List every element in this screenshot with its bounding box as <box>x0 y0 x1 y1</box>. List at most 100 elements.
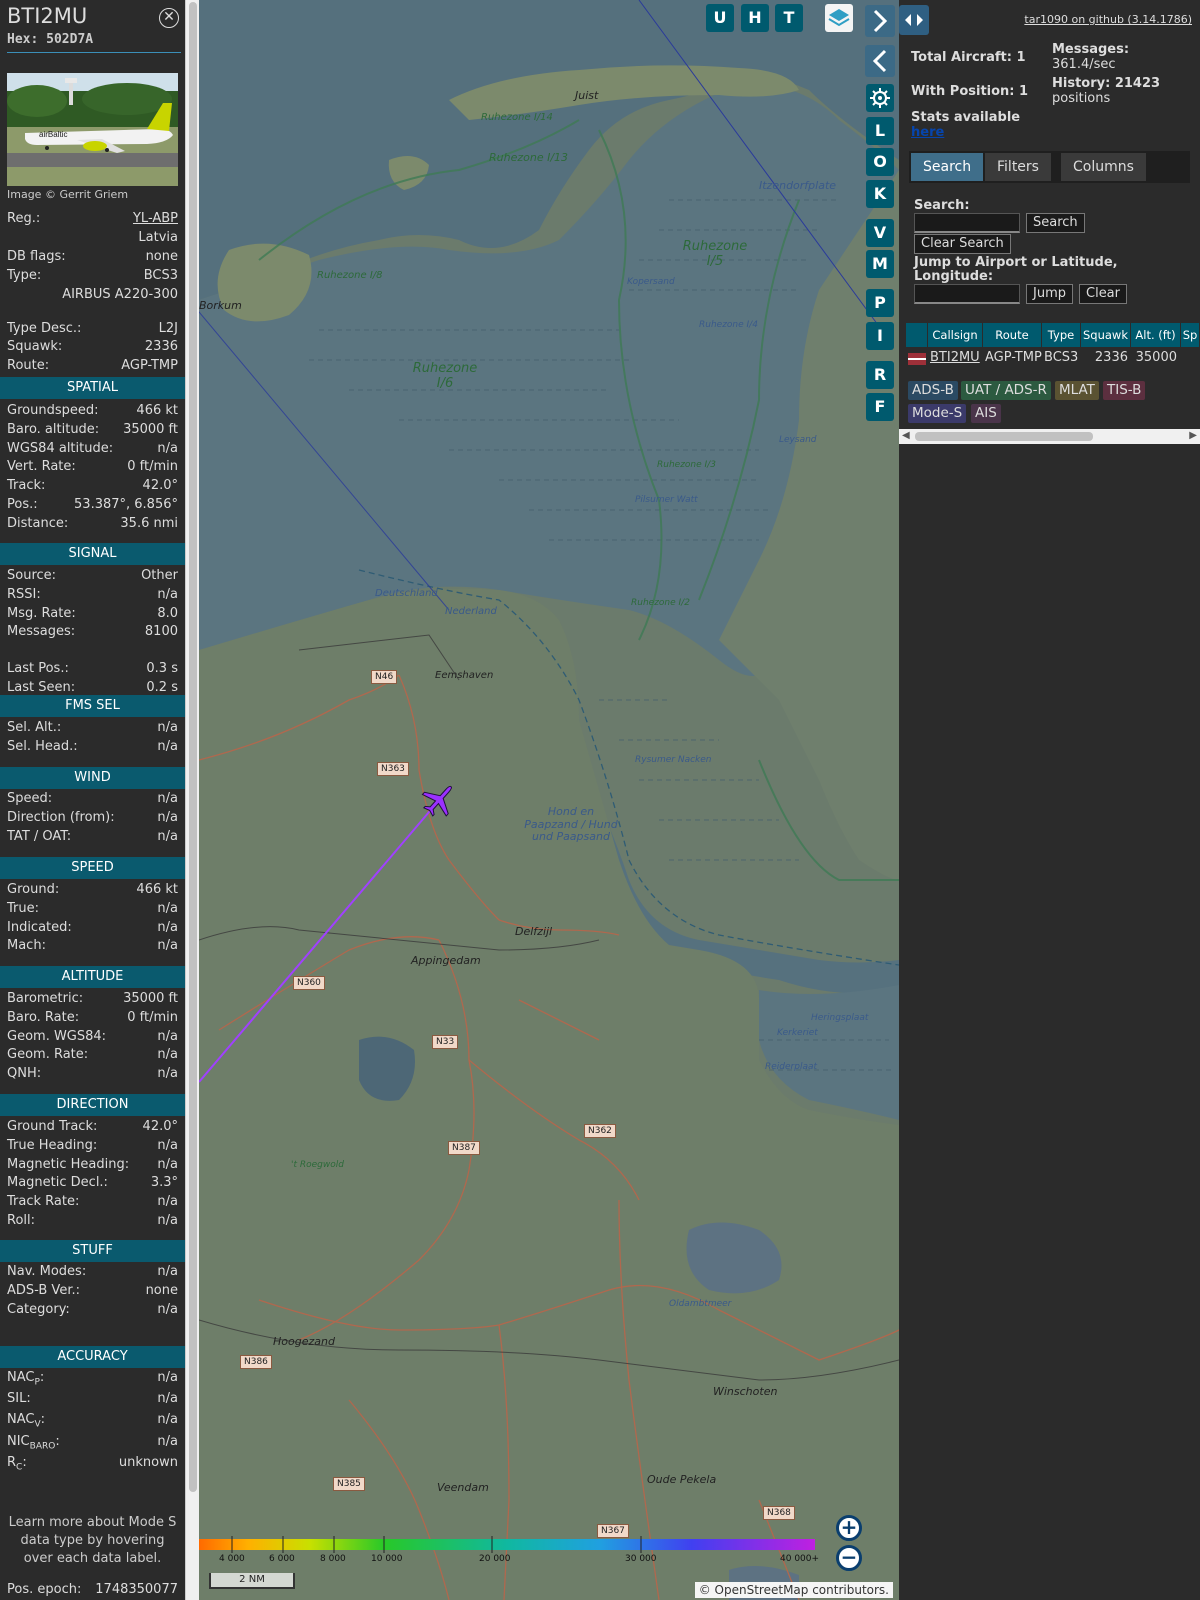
table-header-type[interactable]: Type <box>1042 323 1081 347</box>
table-horizontal-scrollbar[interactable]: ◀ ▶ <box>899 429 1200 444</box>
history-stat: History: 21423 positions <box>1052 76 1160 106</box>
wind-value: n/a <box>157 791 178 806</box>
road-label: N46 <box>371 670 398 684</box>
section-accuracy: ACCURACY <box>0 1346 185 1368</box>
messages-stat: Messages: 361.4/sec <box>1052 42 1129 72</box>
general-row: Type: BCS3 <box>7 267 178 285</box>
search-button[interactable]: Search <box>1026 213 1085 233</box>
map-button-k[interactable]: K <box>866 180 894 208</box>
speed-value: n/a <box>157 938 178 954</box>
chevron-right-icon[interactable] <box>865 5 895 37</box>
signal-value: 8.0 <box>157 605 178 621</box>
aircraft-photo[interactable]: airBaltic <box>7 73 178 186</box>
map-button-v[interactable]: V <box>866 219 894 247</box>
search-input[interactable] <box>914 213 1020 233</box>
direction-label: Magnetic Decl.: <box>7 1175 108 1191</box>
chevron-left-icon[interactable] <box>865 45 895 77</box>
source-filter-chip[interactable]: Mode-S <box>908 404 967 423</box>
tab-columns[interactable]: Columns <box>1061 153 1146 181</box>
signal-label: Last Pos.: <box>7 661 69 676</box>
scroll-right-icon[interactable]: ▶ <box>1189 430 1197 441</box>
map-button-l[interactable]: L <box>866 117 894 145</box>
source-filter-chip[interactable]: AIS <box>971 404 1001 423</box>
gear-icon[interactable] <box>866 84 894 112</box>
tab-search[interactable]: Search <box>911 153 984 181</box>
tab-filters[interactable]: Filters <box>985 153 1051 181</box>
section-altitude: ALTITUDE <box>0 966 185 988</box>
accuracy-value: n/a <box>157 1391 178 1407</box>
row-type: BCS3 <box>1044 350 1079 365</box>
altitude-label: Geom. Rate: <box>7 1047 89 1063</box>
spatial-value: 42.0° <box>142 478 178 494</box>
accuracy-row: NICBARO: n/a <box>7 1433 178 1452</box>
map-label: Nederland <box>445 606 497 617</box>
scrollbar-thumb[interactable] <box>915 432 1093 441</box>
section-speed: SPEED <box>0 857 185 879</box>
table-header-route[interactable]: Route <box>983 323 1042 347</box>
table-header-altitude[interactable]: Alt. (ft) <box>1131 323 1181 347</box>
close-icon[interactable]: ✕ <box>159 8 179 28</box>
map-view[interactable]: Juist Ruhezone I/14 Ruhezone I/13 Ruhezone … <box>199 0 899 1600</box>
jump-input[interactable] <box>914 284 1020 304</box>
general-label: Type Desc.: <box>7 321 82 336</box>
source-filter-chip[interactable]: MLAT <box>1055 381 1099 400</box>
general-value[interactable]: YL-ABP <box>133 210 178 228</box>
wind-label: Speed: <box>7 791 53 806</box>
divider <box>7 52 181 53</box>
map-button-m[interactable]: M <box>866 250 894 278</box>
map-attribution[interactable]: © OpenStreetMap contributors. <box>694 1582 893 1598</box>
general-value: 2336 <box>144 339 178 354</box>
github-link[interactable]: tar1090 on github (3.14.1786) <box>1024 13 1192 26</box>
road-label: N385 <box>333 1477 365 1491</box>
clear-search-button[interactable]: Clear Search <box>914 234 1011 254</box>
jump-button[interactable]: Jump <box>1026 284 1073 304</box>
map-button-h[interactable]: H <box>741 4 769 32</box>
row-callsign[interactable]: BTI2MU <box>930 348 980 368</box>
spatial-label: Track: <box>7 478 46 494</box>
table-header-callsign[interactable]: Callsign <box>928 323 983 347</box>
speed-label: Mach: <box>7 938 46 954</box>
direction-label: Track Rate: <box>7 1194 80 1210</box>
zoom-in-button[interactable]: + <box>836 1515 862 1541</box>
altitude-value: n/a <box>157 1047 178 1063</box>
layers-icon[interactable] <box>825 4 853 32</box>
zoom-out-button[interactable]: − <box>836 1545 862 1571</box>
map-label: Heringsplaat <box>811 1013 869 1023</box>
source-filter-chip[interactable]: ADS-B <box>908 381 958 400</box>
speed-value: n/a <box>157 900 178 916</box>
scroll-left-icon[interactable]: ◀ <box>902 430 910 441</box>
map-button-f[interactable]: F <box>866 393 894 421</box>
map-button-p[interactable]: P <box>866 289 894 317</box>
map-label: Ruhezone I/14 <box>481 112 553 123</box>
map-button-t[interactable]: T <box>775 4 803 32</box>
altitude-row: QNH: n/a <box>7 1065 178 1083</box>
map-button-o[interactable]: O <box>866 148 894 176</box>
info-panel-scrollbar[interactable] <box>185 0 199 1600</box>
general-value: BCS3 <box>143 268 178 283</box>
general-row: Latvia <box>7 229 178 247</box>
stuff-row: ADS-B Ver.: none <box>7 1282 178 1300</box>
altitude-row: Geom. Rate: n/a <box>7 1046 178 1064</box>
map-canvas[interactable] <box>199 0 899 1600</box>
altitude-scale-label: 6 000 <box>269 1554 295 1564</box>
fms-value: n/a <box>157 720 178 735</box>
clear-button[interactable]: Clear <box>1079 284 1127 304</box>
stats-link[interactable]: here <box>911 125 944 140</box>
speed-value: 466 kt <box>136 882 178 897</box>
signal-value: 8100 <box>144 624 178 640</box>
map-label: Reiderplaat <box>765 1062 818 1072</box>
accuracy-value: n/a <box>157 1370 178 1385</box>
map-button-i[interactable]: I <box>866 322 894 350</box>
map-label: Kopersand <box>627 277 675 287</box>
map-button-r[interactable]: R <box>866 361 894 389</box>
altitude-row: Barometric: 35000 ft <box>7 990 178 1008</box>
table-header-squawk[interactable]: Squawk <box>1081 323 1131 347</box>
source-filter-chip[interactable]: TIS-B <box>1103 381 1146 400</box>
table-header-speed[interactable]: Sp <box>1181 323 1200 347</box>
resize-horizontal-icon[interactable] <box>899 5 929 35</box>
scrollbar-thumb[interactable] <box>189 2 197 1492</box>
map-button-u[interactable]: U <box>706 4 734 32</box>
general-value: AGP-TMP <box>121 358 178 373</box>
source-filter-chip[interactable]: UAT / ADS-R <box>961 381 1051 400</box>
signal-value: n/a <box>157 586 178 602</box>
